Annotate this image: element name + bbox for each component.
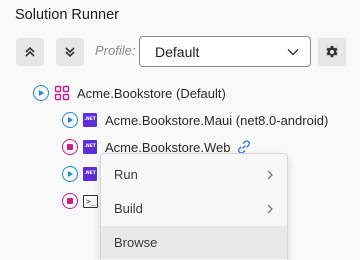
solution-runner-panel: Solution Runner Profile: Default Acme.Bo… — [0, 0, 360, 260]
chevrons-up-icon — [25, 46, 35, 57]
profile-select[interactable]: Default — [139, 36, 311, 67]
panel-title: Solution Runner — [15, 7, 119, 23]
dotnet-project-icon: .NET — [83, 167, 97, 181]
menu-item-browse[interactable]: Browse — [101, 226, 287, 259]
chevron-right-icon — [267, 170, 273, 179]
run-solution-button[interactable] — [33, 85, 49, 101]
settings-button[interactable] — [318, 38, 346, 66]
profile-label: Profile: — [95, 43, 136, 58]
stop-icon — [67, 144, 73, 150]
tree-item-label: Acme.Bookstore (Default) — [77, 85, 226, 101]
context-menu: Run Build Browse — [100, 153, 288, 260]
expand-all-button[interactable] — [56, 38, 84, 66]
solution-icon — [54, 85, 70, 101]
chevron-right-icon — [267, 204, 273, 213]
link-icon[interactable] — [236, 140, 252, 154]
run-project-button[interactable] — [62, 166, 78, 182]
menu-item-run[interactable]: Run — [101, 158, 287, 191]
stop-project-button[interactable] — [62, 193, 78, 209]
play-icon — [68, 117, 73, 123]
profile-select-value: Default — [155, 43, 200, 60]
play-icon — [68, 171, 73, 177]
dotnet-project-icon: .NET — [83, 140, 97, 154]
play-icon — [39, 90, 44, 96]
dotnet-project-icon: .NET — [83, 113, 97, 127]
menu-item-label: Browse — [114, 235, 158, 250]
chevron-down-icon — [287, 49, 299, 56]
gear-icon — [326, 45, 338, 58]
chevrons-down-icon — [65, 47, 75, 58]
console-app-icon: >_ — [83, 194, 98, 208]
collapse-all-button[interactable] — [16, 38, 44, 66]
tree-item-label: Acme.Bookstore.Maui (net8.0-android) — [105, 112, 329, 128]
stop-project-button[interactable] — [62, 139, 78, 155]
tree-project-row[interactable]: .NET Acme.Bookstore.Maui (net8.0-android… — [62, 109, 328, 131]
tree-project-row[interactable]: .NET — [62, 163, 97, 185]
stop-icon — [67, 198, 73, 204]
menu-item-build[interactable]: Build — [101, 192, 287, 225]
menu-item-label: Build — [114, 201, 143, 216]
run-project-button[interactable] — [62, 112, 78, 128]
tree-solution-row[interactable]: Acme.Bookstore (Default) — [33, 82, 226, 104]
tree-project-row[interactable]: >_ — [62, 190, 98, 212]
menu-item-label: Run — [114, 167, 138, 182]
